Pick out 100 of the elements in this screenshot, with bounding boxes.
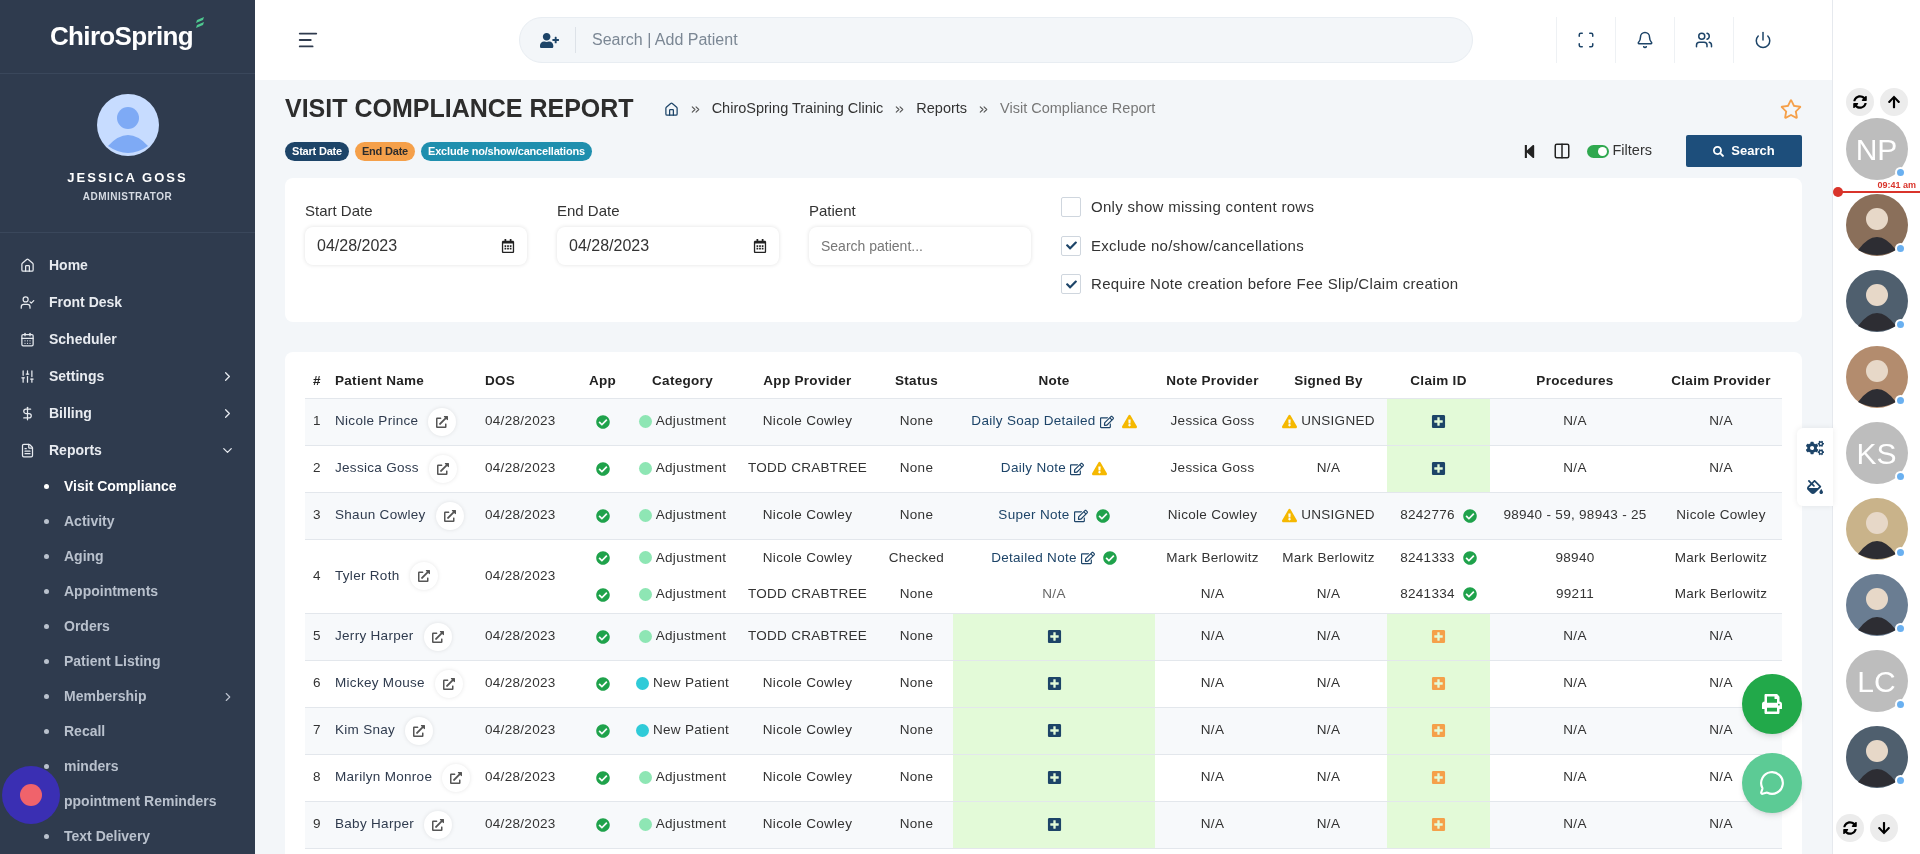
- nav-item[interactable]: Settings: [0, 358, 255, 395]
- patient-link[interactable]: Shaun Cowley: [335, 505, 426, 526]
- current-time: 09:41 am: [1877, 179, 1916, 192]
- note-link[interactable]: Super Note: [998, 505, 1070, 526]
- table-cell: None: [880, 801, 953, 848]
- users-icon[interactable]: [1695, 31, 1713, 49]
- patient-search-field[interactable]: Search patient...: [809, 226, 1031, 265]
- submenu-item[interactable]: Aging: [0, 539, 255, 574]
- submenu-item[interactable]: Recall: [0, 714, 255, 749]
- open-patient-button[interactable]: [434, 669, 463, 698]
- checkbox[interactable]: [1061, 197, 1081, 218]
- check-icon: [595, 817, 610, 832]
- patient-link[interactable]: Mickey Mouse: [335, 673, 425, 694]
- refresh-button[interactable]: [1845, 88, 1874, 116]
- add-note-icon[interactable]: [1046, 723, 1062, 739]
- table-cell: None: [880, 492, 953, 539]
- edit-icon[interactable]: [1073, 508, 1088, 523]
- patient-link[interactable]: Baby Harper: [335, 814, 415, 835]
- favorite-star-icon[interactable]: [1780, 98, 1802, 120]
- breadcrumb-link[interactable]: Reports: [916, 98, 968, 120]
- submenu-item[interactable]: Activity: [0, 504, 255, 539]
- checkbox[interactable]: [1061, 235, 1081, 256]
- submenu-item[interactable]: Patient Listing: [0, 644, 255, 679]
- cell-text: N/A: [1709, 769, 1733, 785]
- notification-icon[interactable]: [1636, 31, 1654, 49]
- open-patient-button[interactable]: [424, 810, 453, 839]
- patient-link[interactable]: Tyler Roth: [335, 565, 400, 587]
- table-cell: Jessica Goss: [1155, 445, 1270, 492]
- submenu-item[interactable]: Text Delivery: [0, 819, 255, 854]
- open-patient-button[interactable]: [405, 716, 434, 745]
- search-bar[interactable]: Search | Add Patient: [519, 17, 1473, 63]
- open-patient-button[interactable]: [428, 454, 457, 483]
- open-patient-button[interactable]: [423, 622, 452, 651]
- date-field[interactable]: 04/28/2023: [305, 226, 527, 265]
- table-cell: Nicole Cowley: [735, 660, 880, 707]
- avatar[interactable]: [1845, 270, 1908, 332]
- scroll-up-button[interactable]: [1879, 88, 1908, 116]
- patient-link[interactable]: Jerry Harper: [335, 626, 414, 647]
- paint-bucket-icon[interactable]: [1807, 479, 1823, 495]
- calendar-icon[interactable]: [501, 238, 515, 253]
- edit-icon[interactable]: [1080, 550, 1095, 565]
- add-note-icon[interactable]: [1046, 676, 1062, 692]
- check-icon: [595, 770, 610, 785]
- edit-icon[interactable]: [1070, 461, 1085, 476]
- add-note-icon[interactable]: [1046, 817, 1062, 833]
- nav-item[interactable]: Reports: [0, 432, 255, 469]
- note-link[interactable]: Detailed Note: [991, 547, 1077, 568]
- filters-toggle[interactable]: [1586, 144, 1609, 158]
- table-cell: Nicole Cowley: [735, 398, 880, 445]
- add-claim-icon[interactable]: [1431, 414, 1446, 430]
- table-cell: TODD CRABTREE: [735, 576, 880, 613]
- cell-text: N/A: [1709, 628, 1733, 644]
- external-link-icon: [436, 462, 449, 475]
- columns-icon[interactable]: [1552, 142, 1571, 160]
- external-link-icon: [417, 570, 430, 582]
- settings-icon[interactable]: [1806, 439, 1824, 457]
- column-header: Note: [953, 364, 1155, 398]
- avatar[interactable]: [1845, 726, 1908, 788]
- avatar[interactable]: [1845, 574, 1908, 636]
- fullscreen-icon[interactable]: [1577, 31, 1595, 49]
- add-claim-icon[interactable]: [1431, 461, 1446, 477]
- note-link[interactable]: Daily Soap Detailed: [971, 411, 1096, 432]
- avatar[interactable]: [1845, 346, 1908, 408]
- nav-item[interactable]: Billing: [0, 395, 255, 432]
- submenu-item[interactable]: Membership: [0, 679, 255, 714]
- add-user-icon[interactable]: [540, 30, 559, 50]
- patient-link[interactable]: Marilyn Monroe: [335, 767, 433, 788]
- dollar-icon: [20, 406, 35, 421]
- open-patient-button[interactable]: [435, 501, 464, 530]
- category-label: Adjustment: [655, 627, 727, 646]
- date-field[interactable]: 04/28/2023: [557, 226, 779, 265]
- submenu-item[interactable]: Visit Compliance: [0, 469, 255, 504]
- signed-by-text: N/A: [1316, 585, 1341, 604]
- search-button[interactable]: Search: [1686, 135, 1802, 167]
- open-patient-button[interactable]: [428, 407, 457, 436]
- calendar-icon[interactable]: [753, 238, 767, 253]
- bullet-icon: [44, 554, 49, 559]
- power-icon[interactable]: [1754, 31, 1772, 49]
- open-patient-button[interactable]: [409, 562, 438, 590]
- add-note-icon[interactable]: [1046, 629, 1062, 645]
- patient-link[interactable]: Nicole Prince: [335, 411, 419, 432]
- nav-item[interactable]: Home: [0, 247, 255, 284]
- submenu-item[interactable]: Orders: [0, 609, 255, 644]
- search-field[interactable]: Search | Add Patient: [592, 28, 1472, 52]
- avatar[interactable]: [1845, 498, 1908, 560]
- submenu-item[interactable]: Appointments: [0, 574, 255, 609]
- patient-link[interactable]: Kim Snay: [335, 720, 396, 741]
- nav-item[interactable]: Front Desk: [0, 284, 255, 321]
- signed-by-text: Mark Berlowitz: [1282, 548, 1375, 567]
- patient-link[interactable]: Jessica Goss: [335, 458, 419, 479]
- open-patient-button[interactable]: [442, 763, 471, 792]
- home-icon[interactable]: [663, 101, 679, 117]
- breadcrumb-link[interactable]: ChiroSpring Training Clinic: [711, 98, 884, 120]
- note-link[interactable]: Daily Note: [1000, 458, 1067, 479]
- avatar[interactable]: [1845, 194, 1908, 256]
- nav-item[interactable]: Scheduler: [0, 321, 255, 358]
- add-note-icon[interactable]: [1046, 770, 1062, 786]
- submenu-item[interactable]: minders: [0, 749, 255, 784]
- checkbox[interactable]: [1061, 274, 1081, 295]
- edit-icon[interactable]: [1099, 414, 1114, 429]
